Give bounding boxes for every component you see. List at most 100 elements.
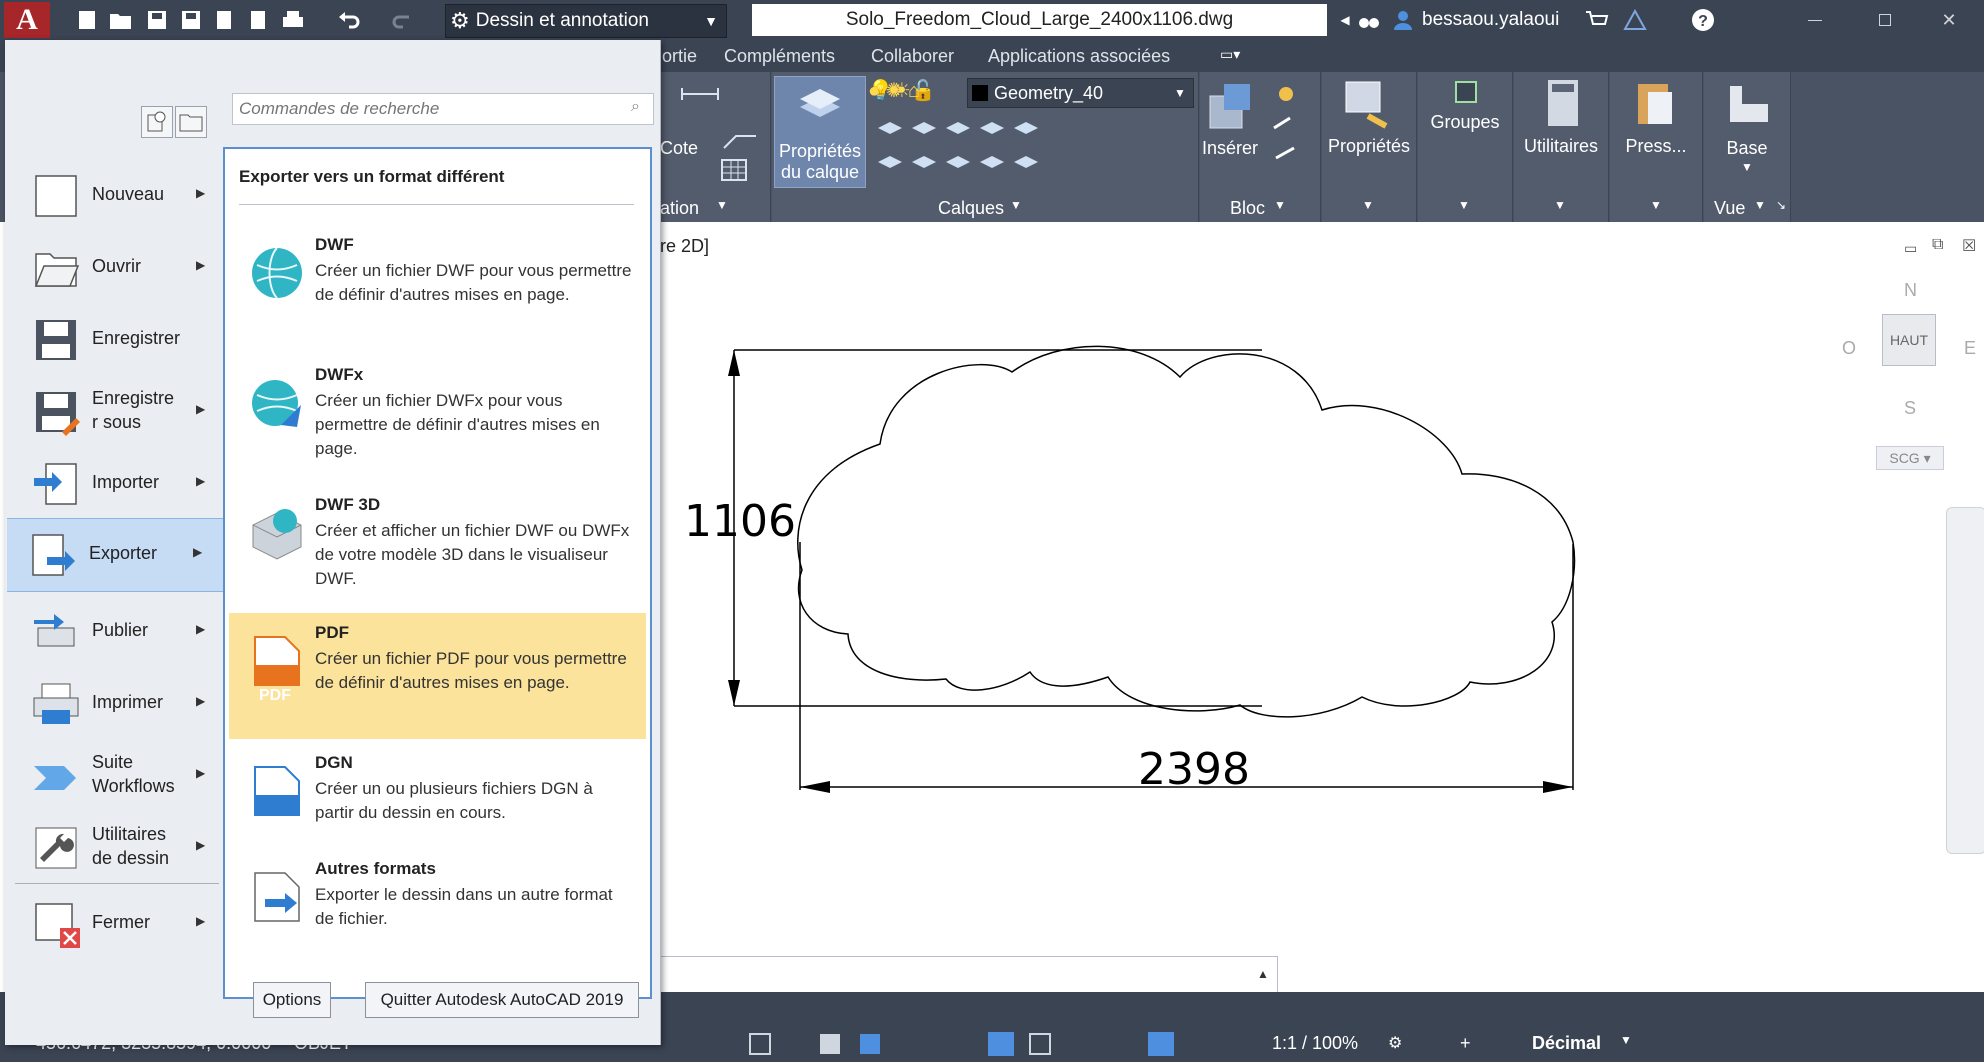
chevron-down-icon[interactable]: ▼ bbox=[1458, 198, 1470, 212]
layer-dropdown[interactable]: Geometry_40 ▼ bbox=[967, 78, 1194, 108]
menu-item-fermer[interactable]: Fermer ▶ bbox=[10, 888, 222, 958]
workspace-dropdown[interactable]: ⚙ Dessin et annotation ▼ bbox=[445, 4, 727, 38]
command-line[interactable]: ▲ bbox=[660, 956, 1278, 994]
save-icon[interactable] bbox=[144, 7, 170, 33]
recent-documents-icon[interactable] bbox=[141, 106, 173, 138]
close-icon[interactable]: ✕ bbox=[1934, 7, 1964, 33]
cote-label[interactable]: Cote bbox=[660, 138, 698, 159]
chevron-down-icon[interactable]: ▼ bbox=[1010, 198, 1022, 212]
units-display[interactable]: Décimal bbox=[1532, 1033, 1601, 1054]
tab-sortie[interactable]: ortie bbox=[662, 46, 697, 67]
menu-item-exporter[interactable]: Exporter ▶ bbox=[7, 518, 223, 592]
viewcube[interactable]: N S E O HAUT SCG ▾ bbox=[1830, 272, 1980, 470]
menu-item-utilitaires[interactable]: Utilitaires de dessin ▶ bbox=[10, 812, 222, 882]
viewcube-east[interactable]: E bbox=[1964, 338, 1976, 359]
press-label[interactable]: Press... bbox=[1610, 136, 1702, 157]
drafting-toggles[interactable] bbox=[690, 1030, 1330, 1057]
chevron-down-icon[interactable]: ▼ bbox=[1554, 198, 1566, 212]
annotation-panel-label[interactable]: ation bbox=[660, 198, 699, 219]
ucs-menu[interactable]: SCG ▾ bbox=[1876, 446, 1944, 470]
chevron-down-icon[interactable]: ▼ bbox=[1650, 198, 1662, 212]
menu-item-suite-workflows[interactable]: Suite Workflows ▶ bbox=[10, 740, 222, 810]
redo-icon[interactable] bbox=[390, 7, 416, 33]
open-documents-icon[interactable] bbox=[175, 106, 207, 138]
lightbulb-icon[interactable]: ● ✺ ⌂ bbox=[868, 78, 958, 106]
tab-complements[interactable]: Compléments bbox=[724, 46, 835, 67]
chevron-down-icon[interactable]: ▼ bbox=[716, 198, 728, 212]
base-label[interactable]: Base bbox=[1704, 138, 1790, 159]
autocad-app-button[interactable]: A bbox=[4, 2, 50, 38]
leader-icon[interactable] bbox=[720, 118, 760, 158]
viewcube-west[interactable]: O bbox=[1842, 338, 1856, 359]
export-dgn-item[interactable]: DGN DGN Créer un ou plusieurs fichiers D… bbox=[229, 743, 646, 849]
chevron-down-icon[interactable]: ▼ bbox=[1274, 198, 1286, 212]
plus-icon[interactable]: + bbox=[1460, 1033, 1471, 1054]
menu-item-importer[interactable]: Importer ▶ bbox=[10, 448, 222, 518]
export-dwfx-item[interactable]: DWFx Créer un fichier DWFx pour vous per… bbox=[229, 355, 646, 483]
groupes-label[interactable]: Groupes bbox=[1418, 112, 1512, 133]
user-icon[interactable] bbox=[1390, 7, 1416, 33]
chevron-down-icon[interactable]: ▼ bbox=[1362, 198, 1374, 212]
plot-icon[interactable] bbox=[280, 7, 306, 33]
table-icon[interactable] bbox=[720, 158, 760, 188]
block-tools-icons[interactable] bbox=[1266, 80, 1306, 170]
help-icon[interactable]: ? bbox=[1690, 7, 1716, 33]
save-web-icon[interactable] bbox=[246, 7, 272, 33]
layer-tools-icons[interactable] bbox=[874, 112, 1054, 182]
export-dwf3d-item[interactable]: DWF 3D Créer et afficher un fichier DWF … bbox=[229, 485, 646, 613]
quit-autocad-button[interactable]: Quitter Autodesk AutoCAD 2019 bbox=[365, 982, 639, 1018]
proprietes-label[interactable]: Propriétés bbox=[1322, 136, 1416, 157]
clipboard-icon[interactable] bbox=[1634, 78, 1678, 132]
dimension-icon[interactable] bbox=[680, 82, 720, 122]
menu-item-nouveau[interactable]: Nouveau ▶ bbox=[10, 160, 222, 230]
open-folder-icon[interactable] bbox=[108, 7, 134, 33]
export-pdf-item[interactable]: PDF PDF Créer un fichier PDF pour vous p… bbox=[229, 613, 646, 739]
menu-item-ouvrir[interactable]: Ouvrir ▶ bbox=[10, 232, 222, 302]
export-dwf-item[interactable]: DWF Créer un fichier DWF pour vous perme… bbox=[229, 225, 646, 353]
user-name[interactable]: bessaou.yalaoui bbox=[1422, 4, 1559, 36]
search-box[interactable]: ⌕ bbox=[232, 93, 654, 125]
dialog-launcher-icon[interactable]: ↘ bbox=[1776, 198, 1786, 212]
menu-item-enregistrer[interactable]: Enregistrer bbox=[10, 304, 222, 374]
properties-icon[interactable] bbox=[1342, 78, 1398, 134]
undo-icon[interactable] bbox=[336, 7, 362, 33]
inserer-label[interactable]: Insérer bbox=[1202, 138, 1258, 159]
vue-label[interactable]: Vue bbox=[1714, 198, 1745, 219]
viewcube-north[interactable]: N bbox=[1904, 280, 1917, 301]
a360-icon[interactable] bbox=[1622, 7, 1648, 33]
minimize-icon[interactable] bbox=[1800, 7, 1830, 33]
export-other-formats-item[interactable]: Autres formats Exporter le dessin dans u… bbox=[229, 849, 646, 959]
chevron-down-icon[interactable]: ▼ bbox=[1754, 198, 1766, 212]
menu-item-imprimer[interactable]: Imprimer ▶ bbox=[10, 668, 222, 738]
bloc-label[interactable]: Bloc bbox=[1230, 198, 1265, 219]
chevron-down-icon[interactable]: ▼ bbox=[1704, 160, 1790, 174]
new-file-icon[interactable] bbox=[74, 7, 100, 33]
navigation-bar[interactable] bbox=[1946, 507, 1984, 854]
chevron-left-icon[interactable]: ◀ bbox=[1332, 7, 1358, 33]
search-input[interactable] bbox=[237, 94, 621, 124]
save-as-icon[interactable] bbox=[178, 7, 204, 33]
chevron-up-icon[interactable]: ▲ bbox=[1257, 967, 1269, 981]
calques-label[interactable]: Calques bbox=[938, 198, 1004, 219]
cart-icon[interactable] bbox=[1584, 7, 1610, 33]
calculator-icon[interactable] bbox=[1544, 78, 1584, 130]
layer-properties-button[interactable]: Propriétés du calque bbox=[774, 76, 866, 188]
gear-icon[interactable]: ⚙ bbox=[1388, 1033, 1402, 1053]
tab-applications[interactable]: Applications associées bbox=[988, 46, 1170, 67]
open-web-icon[interactable] bbox=[212, 7, 238, 33]
search-icon[interactable]: ⌕ bbox=[631, 98, 640, 116]
viewcube-south[interactable]: S bbox=[1904, 398, 1916, 419]
minimize-ribbon-icon[interactable]: ▭▾ bbox=[1220, 46, 1240, 63]
viewcube-face[interactable]: HAUT bbox=[1882, 314, 1936, 366]
menu-item-publier[interactable]: Publier ▶ bbox=[10, 596, 222, 666]
options-button[interactable]: Options bbox=[253, 982, 331, 1018]
utilitaires-label[interactable]: Utilitaires bbox=[1514, 136, 1608, 157]
binoculars-icon[interactable] bbox=[1356, 7, 1382, 33]
base-view-icon[interactable] bbox=[1726, 84, 1772, 124]
chevron-down-icon[interactable]: ▼ bbox=[1620, 1033, 1632, 1047]
insert-block-icon[interactable] bbox=[1202, 78, 1262, 138]
menu-item-enregistrer-sous[interactable]: Enregistre r sous ▶ bbox=[10, 376, 222, 446]
tab-collaborer[interactable]: Collaborer bbox=[871, 46, 954, 67]
restore-icon[interactable] bbox=[1870, 7, 1900, 33]
annotation-scale[interactable]: 1:1 / 100% bbox=[1272, 1033, 1358, 1054]
